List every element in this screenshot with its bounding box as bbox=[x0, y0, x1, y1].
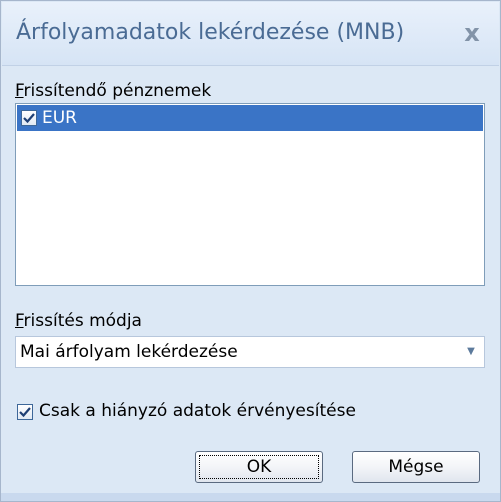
update-mode-dropdown[interactable]: Mai árfolyam lekérdezése ▼ bbox=[15, 336, 485, 368]
checkmark-icon bbox=[23, 113, 35, 124]
dialog-title: Árfolyamadatok lekérdezése (MNB) bbox=[16, 20, 405, 45]
currencies-label-hotkey: F bbox=[15, 81, 24, 101]
currency-rate-dialog: Árfolyamadatok lekérdezése (MNB) x Friss… bbox=[0, 0, 501, 502]
checkbox-eur[interactable] bbox=[21, 110, 37, 126]
update-mode-label-hotkey: F bbox=[15, 311, 24, 331]
currencies-label: Frissítendő pénznemek bbox=[15, 81, 211, 101]
cancel-button-label: Mégse bbox=[388, 457, 444, 477]
list-item[interactable]: EUR bbox=[17, 105, 483, 131]
update-mode-value: Mai árfolyam lekérdezése bbox=[20, 342, 238, 362]
currencies-listbox[interactable]: EUR bbox=[15, 103, 485, 286]
title-bar[interactable]: Árfolyamadatok lekérdezése (MNB) x bbox=[2, 2, 499, 66]
only-missing-label: Csak a hiányzó adatok érvényesítése bbox=[39, 401, 356, 421]
only-missing-checkbox[interactable] bbox=[17, 404, 33, 420]
ok-button[interactable]: OK bbox=[195, 451, 323, 483]
checkmark-icon bbox=[19, 407, 31, 418]
close-icon[interactable]: x bbox=[457, 18, 487, 48]
list-item-label: EUR bbox=[42, 108, 77, 128]
chevron-down-icon[interactable]: ▼ bbox=[462, 337, 480, 367]
currencies-label-text: rissítendő pénznemek bbox=[23, 81, 212, 101]
dialog-bottom-edge bbox=[1, 493, 500, 501]
update-mode-label: Frissítés módja bbox=[15, 311, 142, 331]
update-mode-label-text: rissítés módja bbox=[23, 311, 142, 331]
cancel-button[interactable]: Mégse bbox=[352, 451, 480, 483]
focus-rect bbox=[199, 455, 319, 479]
